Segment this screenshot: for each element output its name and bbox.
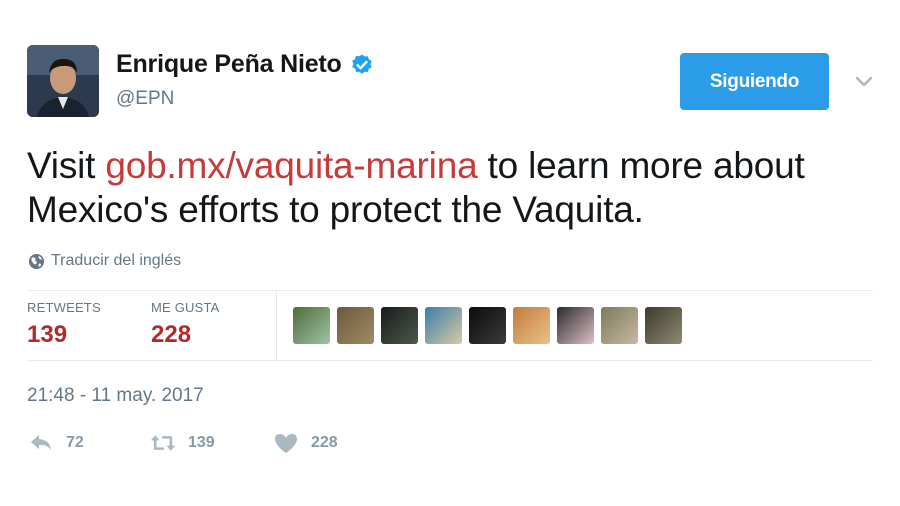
retweets-label: RETWEETS [27,300,101,315]
following-button[interactable]: Siguiendo [680,53,829,110]
liker-avatar[interactable] [425,307,462,344]
liker-avatar[interactable] [557,307,594,344]
avatar[interactable] [27,45,99,117]
globe-icon [28,253,45,269]
retweet-icon [150,435,176,451]
likes-label: ME GUSTA [151,300,220,315]
liker-avatar[interactable] [469,307,506,344]
liker-avatar[interactable] [601,307,638,344]
retweets-value: 139 [27,321,68,348]
heart-icon [275,434,297,453]
translate-link[interactable]: Traducir del inglés [28,252,181,270]
likes-value: 228 [151,321,192,348]
retweet-button[interactable]: 139 [150,430,215,456]
tweet-timestamp[interactable]: 21:48 - 11 may. 2017 [27,385,204,407]
retweets-stat[interactable]: RETWEETS 139 [27,300,101,349]
tweet-link[interactable]: gob.mx/vaquita-marina [105,145,477,186]
author-name-row[interactable]: Enrique Peña Nieto [116,50,374,79]
tweet-text: Visit gob.mx/vaquita-marina to learn mor… [27,144,867,232]
author-handle[interactable]: @EPN [116,88,174,110]
liker-avatar[interactable] [381,307,418,344]
translate-label[interactable]: Traducir del inglés [51,252,181,270]
liker-avatar[interactable] [337,307,374,344]
likes-stat[interactable]: ME GUSTA 228 [151,300,220,349]
reply-icon [31,435,51,450]
stats-divider-top [27,290,873,291]
liker-avatar[interactable] [645,307,682,344]
stats-divider-bottom [27,360,873,361]
retweet-count: 139 [188,434,215,451]
like-count: 228 [311,434,338,451]
chevron-down-icon[interactable] [853,70,875,92]
tweet-text-before: Visit [27,145,106,186]
tweet-card: Enrique Peña Nieto @EPN Siguiendo Visit … [0,0,900,506]
like-button[interactable]: 228 [273,430,338,456]
verified-badge-icon [351,54,372,74]
reply-count: 72 [66,434,84,451]
author-display-name[interactable]: Enrique Peña Nieto [116,50,342,79]
stats-divider-vertical [276,290,277,360]
liker-avatar[interactable] [293,307,330,344]
liker-avatar[interactable] [513,307,550,344]
reply-button[interactable]: 72 [28,430,84,456]
liker-avatars [293,307,689,344]
